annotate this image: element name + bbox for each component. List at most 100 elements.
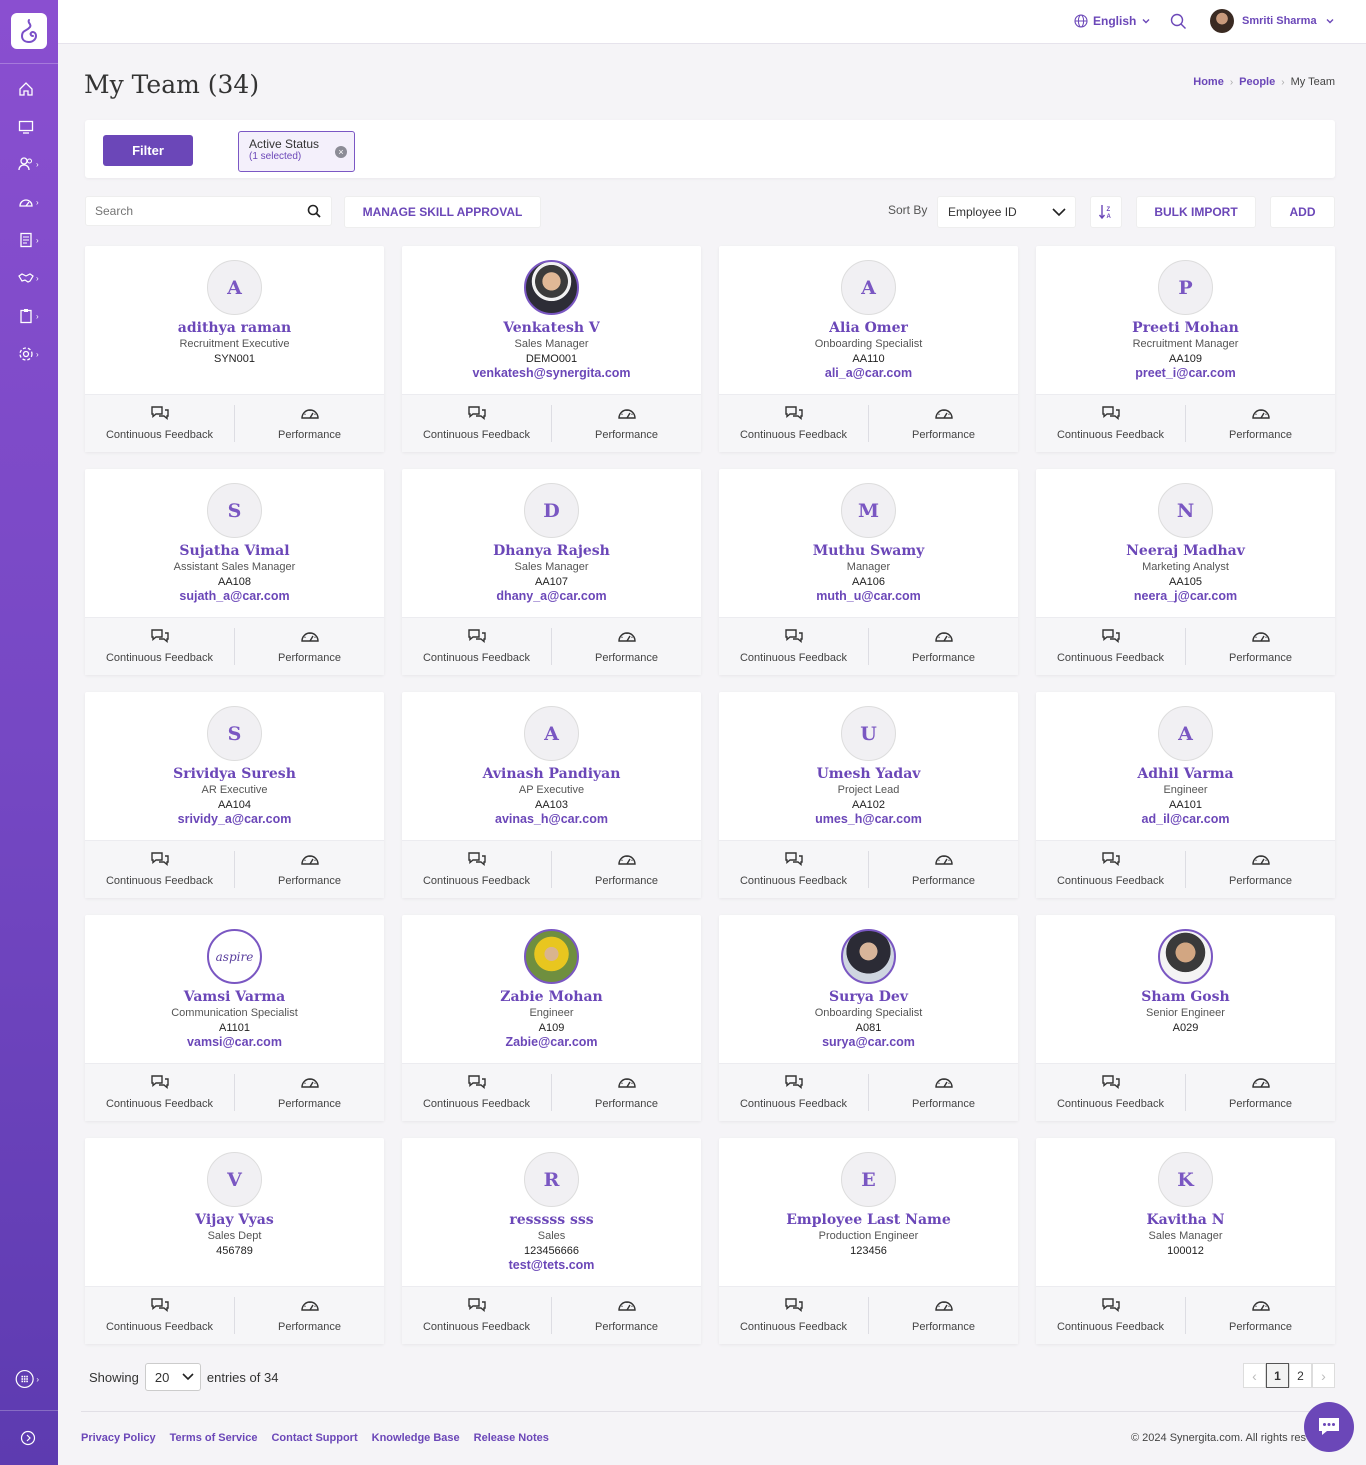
- performance-button[interactable]: Performance: [551, 851, 701, 888]
- employee-email[interactable]: vamsi@car.com: [85, 1035, 384, 1049]
- continuous-feedback-button[interactable]: Continuous Feedback: [1036, 841, 1185, 898]
- employee-card[interactable]: S Srividya Suresh AR Executive AA104 srividy…: [85, 692, 384, 898]
- employee-name[interactable]: adithya raman: [85, 320, 384, 336]
- employee-name[interactable]: Employee Last Name: [719, 1212, 1018, 1228]
- next-page-button[interactable]: ›: [1312, 1363, 1335, 1388]
- employee-name[interactable]: Surya Dev: [719, 989, 1018, 1005]
- employee-card[interactable]: Venkatesh V Sales Manager DEMO001 venkatesh…: [402, 246, 701, 452]
- handshake-icon[interactable]: ›: [18, 268, 42, 288]
- employee-card[interactable]: P Preeti Mohan Recruitment Manager AA109 pre…: [1036, 246, 1335, 452]
- performance-button[interactable]: Performance: [551, 628, 701, 665]
- employee-card[interactable]: A Alia Omer Onboarding Specialist AA110 ali_…: [719, 246, 1018, 452]
- employee-card[interactable]: S Sujatha Vimal Assistant Sales Manager AA1…: [85, 469, 384, 675]
- performance-button[interactable]: Performance: [868, 628, 1018, 665]
- chat-button[interactable]: [1304, 1402, 1354, 1452]
- breadcrumb-home[interactable]: Home: [1193, 76, 1224, 88]
- continuous-feedback-button[interactable]: Continuous Feedback: [719, 841, 868, 898]
- employee-card[interactable]: M Muthu Swamy Manager AA106 muth_u@car.com Co…: [719, 469, 1018, 675]
- continuous-feedback-button[interactable]: Continuous Feedback: [719, 395, 868, 452]
- employee-name[interactable]: resssss sss: [402, 1212, 701, 1228]
- continuous-feedback-button[interactable]: Continuous Feedback: [85, 395, 234, 452]
- active-status-chip[interactable]: Active Status (1 selected) ×: [238, 131, 355, 172]
- performance-button[interactable]: Performance: [551, 1297, 701, 1334]
- performance-button[interactable]: Performance: [234, 1074, 384, 1111]
- employee-name[interactable]: Dhanya Rajesh: [402, 543, 701, 559]
- performance-button[interactable]: Performance: [868, 1297, 1018, 1334]
- expand-icon[interactable]: [20, 1428, 44, 1448]
- performance-button[interactable]: Performance: [234, 1297, 384, 1334]
- employee-name[interactable]: Zabie Mohan: [402, 989, 701, 1005]
- employee-name[interactable]: Vamsi Varma: [85, 989, 384, 1005]
- employee-name[interactable]: Venkatesh V: [402, 320, 701, 336]
- employee-name[interactable]: Sham Gosh: [1036, 989, 1335, 1005]
- continuous-feedback-button[interactable]: Continuous Feedback: [402, 841, 551, 898]
- clipboard-icon[interactable]: ›: [18, 306, 42, 326]
- filter-button[interactable]: Filter: [103, 135, 193, 166]
- employee-name[interactable]: Umesh Yadav: [719, 766, 1018, 782]
- employee-email[interactable]: avinas_h@car.com: [402, 812, 701, 826]
- performance-button[interactable]: Performance: [1185, 851, 1335, 888]
- employee-name[interactable]: Sujatha Vimal: [85, 543, 384, 559]
- employee-card[interactable]: Aadithya raman Recruitment Executive SYN00…: [85, 246, 384, 452]
- performance-button[interactable]: Performance: [868, 851, 1018, 888]
- employee-card[interactable]: Sham Gosh Senior Engineer A029 Continuous F…: [1036, 915, 1335, 1121]
- performance-button[interactable]: Performance: [234, 405, 384, 442]
- employee-name[interactable]: Muthu Swamy: [719, 543, 1018, 559]
- continuous-feedback-button[interactable]: Continuous Feedback: [85, 1064, 234, 1121]
- continuous-feedback-button[interactable]: Continuous Feedback: [719, 1064, 868, 1121]
- employee-card[interactable]: U Umesh Yadav Project Lead AA102 umes_h@car.…: [719, 692, 1018, 898]
- settings-icon[interactable]: ›: [18, 344, 42, 364]
- employee-card[interactable]: aspire Vamsi Varma Communication Specialis…: [85, 915, 384, 1121]
- performance-button[interactable]: Performance: [551, 1074, 701, 1111]
- employee-name[interactable]: Kavitha N: [1036, 1212, 1335, 1228]
- performance-button[interactable]: Performance: [234, 628, 384, 665]
- continuous-feedback-button[interactable]: Continuous Feedback: [402, 1287, 551, 1344]
- employee-email[interactable]: venkatesh@synergita.com: [402, 366, 701, 380]
- dashboard-icon[interactable]: ›: [18, 192, 42, 212]
- search-icon[interactable]: [1170, 13, 1187, 35]
- employee-email[interactable]: dhany_a@car.com: [402, 589, 701, 603]
- employee-name[interactable]: Srividya Suresh: [85, 766, 384, 782]
- employee-email[interactable]: muth_u@car.com: [719, 589, 1018, 603]
- continuous-feedback-button[interactable]: Continuous Feedback: [719, 1287, 868, 1344]
- employee-email[interactable]: preet_i@car.com: [1036, 366, 1335, 380]
- breadcrumb-people[interactable]: People: [1239, 76, 1275, 88]
- performance-button[interactable]: Performance: [1185, 1297, 1335, 1334]
- employee-card[interactable]: A Avinash Pandiyan AP Executive AA103 avinas…: [402, 692, 701, 898]
- employee-email[interactable]: umes_h@car.com: [719, 812, 1018, 826]
- employee-email[interactable]: sujath_a@car.com: [85, 589, 384, 603]
- employee-email[interactable]: Zabie@car.com: [402, 1035, 701, 1049]
- continuous-feedback-button[interactable]: Continuous Feedback: [1036, 395, 1185, 452]
- continuous-feedback-button[interactable]: Continuous Feedback: [85, 841, 234, 898]
- search-input[interactable]: [86, 197, 286, 225]
- add-button[interactable]: ADD: [1270, 196, 1335, 228]
- privacy-policy-link[interactable]: Privacy Policy: [81, 1432, 156, 1444]
- employee-card[interactable]: Rresssss sss Sales 123456666 test@tets.com C…: [402, 1138, 701, 1344]
- release-notes-link[interactable]: Release Notes: [474, 1432, 549, 1444]
- employee-name[interactable]: Preeti Mohan: [1036, 320, 1335, 336]
- employee-email[interactable]: neera_j@car.com: [1036, 589, 1335, 603]
- employee-email[interactable]: test@tets.com: [402, 1258, 701, 1272]
- document-icon[interactable]: ›: [18, 230, 42, 250]
- continuous-feedback-button[interactable]: Continuous Feedback: [402, 618, 551, 675]
- manage-skill-approval-button[interactable]: MANAGE SKILL APPROVAL: [344, 196, 541, 228]
- prev-page-button[interactable]: ‹: [1243, 1363, 1266, 1388]
- sort-order-button[interactable]: ZA: [1090, 196, 1122, 228]
- knowledge-base-link[interactable]: Knowledge Base: [372, 1432, 460, 1444]
- employee-email[interactable]: ad_il@car.com: [1036, 812, 1335, 826]
- employee-card[interactable]: Surya Dev Onboarding Specialist A081 surya@…: [719, 915, 1018, 1121]
- continuous-feedback-button[interactable]: Continuous Feedback: [402, 395, 551, 452]
- employee-name[interactable]: Vijay Vyas: [85, 1212, 384, 1228]
- employee-name[interactable]: Adhil Varma: [1036, 766, 1335, 782]
- apps-icon[interactable]: ›: [15, 1369, 39, 1389]
- performance-button[interactable]: Performance: [551, 405, 701, 442]
- synergita-logo[interactable]: [11, 13, 47, 49]
- continuous-feedback-button[interactable]: Continuous Feedback: [719, 618, 868, 675]
- continuous-feedback-button[interactable]: Continuous Feedback: [85, 1287, 234, 1344]
- people-icon[interactable]: ›: [18, 154, 42, 174]
- employee-name[interactable]: Avinash Pandiyan: [402, 766, 701, 782]
- search-icon[interactable]: [307, 204, 321, 218]
- employee-name[interactable]: Alia Omer: [719, 320, 1018, 336]
- continuous-feedback-button[interactable]: Continuous Feedback: [85, 618, 234, 675]
- continuous-feedback-button[interactable]: Continuous Feedback: [1036, 1287, 1185, 1344]
